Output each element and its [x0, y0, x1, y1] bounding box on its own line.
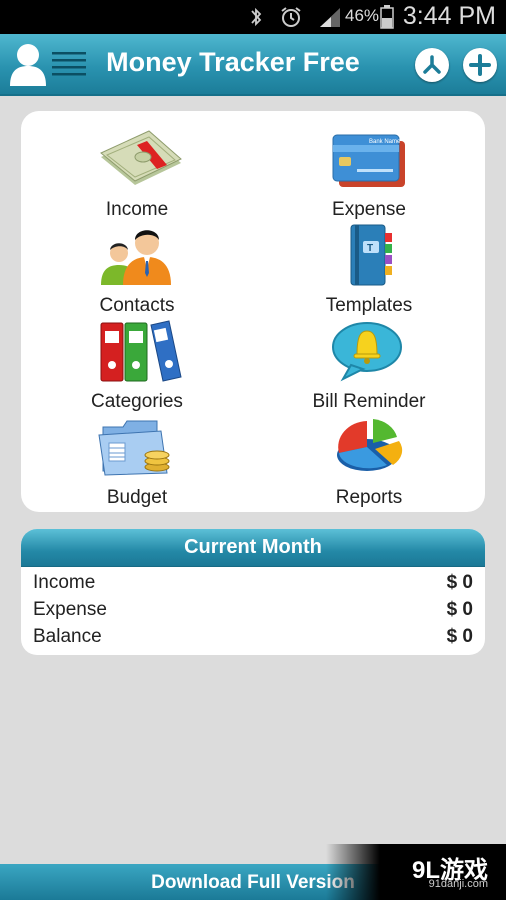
current-month-title: Current Month: [21, 529, 485, 567]
pie-chart-icon: [337, 419, 403, 471]
grid-item-reports[interactable]: Reports: [253, 409, 485, 508]
summary-row-income: Income $ 0: [33, 572, 473, 598]
tools-icon: [423, 55, 441, 74]
summary-label: Balance: [33, 626, 102, 647]
svg-text:T: T: [367, 243, 373, 254]
card-bank-text: Bank Name: [369, 139, 401, 145]
plus-icon: [469, 54, 491, 76]
grid-item-bill-reminder[interactable]: Bill Reminder: [253, 313, 485, 412]
signal-icon: [320, 8, 340, 27]
app-header: Money Tracker Free: [0, 34, 506, 96]
watermark: 9L游戏 91danji.com: [326, 844, 506, 900]
menu-lines-icon: [52, 52, 86, 76]
summary-row-expense: Expense $ 0: [33, 599, 473, 625]
status-bar: 46% 3:44 PM: [0, 0, 506, 34]
battery-percent: 46%: [345, 6, 380, 25]
people-icon: [101, 230, 171, 285]
grid-label: Budget: [106, 487, 168, 508]
main-menu-grid: Income Bank Name Expense Contacts T Temp…: [21, 111, 485, 512]
grid-item-expense[interactable]: Bank Name Expense: [253, 121, 485, 220]
tools-button[interactable]: [415, 48, 449, 82]
credit-card-icon: Bank Name: [332, 134, 405, 187]
notebook-icon: T: [350, 224, 392, 286]
money-stack-icon: [100, 130, 182, 185]
summary-value: $ 0: [446, 572, 473, 593]
bell-bubble-icon: [332, 322, 402, 382]
folder-coins-icon: [98, 420, 170, 476]
watermark-site: 91danji.com: [428, 878, 488, 890]
grid-item-categories[interactable]: Categories: [21, 313, 253, 412]
summary-label: Income: [33, 572, 96, 593]
summary-value: $ 0: [446, 599, 473, 620]
current-month-panel: Current Month Income $ 0 Expense $ 0 Bal…: [21, 529, 485, 655]
profile-menu-button[interactable]: [8, 40, 88, 88]
bluetooth-icon: [251, 7, 262, 27]
alarm-icon: [281, 7, 301, 27]
add-button[interactable]: [463, 48, 497, 82]
clock: 3:44 PM: [402, 2, 496, 30]
grid-item-templates[interactable]: T Templates: [253, 217, 485, 316]
battery-icon: [380, 5, 394, 29]
summary-label: Expense: [33, 599, 107, 620]
page-title: Money Tracker Free: [106, 47, 360, 77]
user-icon: [10, 44, 46, 86]
binders-icon: [100, 320, 182, 382]
grid-item-contacts[interactable]: Contacts: [21, 217, 253, 316]
summary-value: $ 0: [446, 626, 473, 647]
grid-label: Reports: [335, 487, 403, 508]
summary-row-balance: Balance $ 0: [33, 626, 473, 652]
grid-item-budget[interactable]: Budget: [21, 409, 253, 508]
grid-item-income[interactable]: Income: [21, 121, 253, 220]
